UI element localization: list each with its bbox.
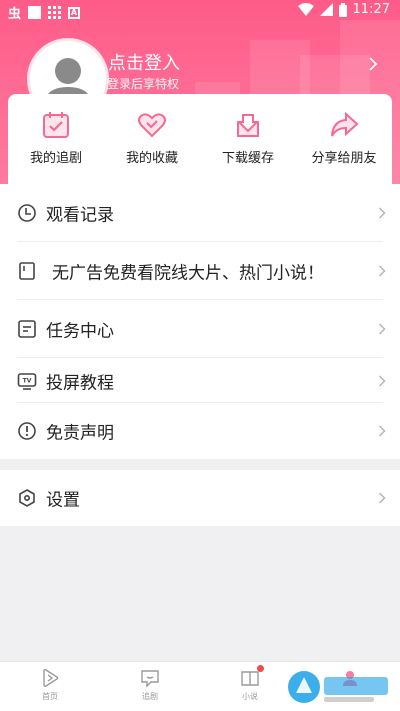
hexagon-gear-icon xyxy=(19,489,35,507)
login-subtitle: 登录后享特权 xyxy=(107,77,180,91)
chevron-right-icon xyxy=(378,265,386,277)
menu-list: 观看记录 无广告免费看院线大片、热门小说！ 任务中心 TV 投屏教程 免责声明 xyxy=(0,184,400,459)
download-cache-label: 下载缓存 xyxy=(221,151,274,166)
notification-a-icon: A xyxy=(68,6,81,19)
login-title[interactable]: 点击登入 xyxy=(108,49,180,75)
clock-time: 11:27 xyxy=(352,2,390,17)
wifi-icon xyxy=(297,3,314,16)
quick-actions-card: 我的追剧 我的收藏 下载缓存 分享给朋友 xyxy=(8,94,392,184)
share-arrow-icon xyxy=(331,111,359,137)
share-label: 分享给朋友 xyxy=(311,151,377,166)
tab-label: 首页 xyxy=(42,692,58,701)
status-bar: 虫 A 11:27 xyxy=(0,0,400,24)
heart-icon xyxy=(138,113,166,138)
clock-icon xyxy=(18,204,36,222)
tv-icon: TV xyxy=(17,372,37,390)
chevron-right-icon xyxy=(378,323,386,335)
svg-text:TV: TV xyxy=(23,377,32,384)
menu-item-settings[interactable]: 设置 xyxy=(0,470,400,526)
download-icon xyxy=(236,114,260,137)
menu-item-watch-history[interactable]: 观看记录 xyxy=(0,184,400,242)
menu-item-label: 投屏教程 xyxy=(46,373,114,393)
tab-following[interactable]: 追剧 xyxy=(100,662,200,711)
phone-icon xyxy=(19,262,35,280)
exclamation-circle-icon xyxy=(18,422,36,440)
menu-item-casting-tutorial[interactable]: TV 投屏教程 xyxy=(0,358,400,403)
chevron-right-icon xyxy=(378,207,386,219)
signal-icon xyxy=(319,3,333,16)
tab-label: 追剧 xyxy=(142,692,158,701)
menu-item-label: 观看记录 xyxy=(46,205,114,226)
play-icon xyxy=(43,668,59,688)
menu-item-label: 任务中心 xyxy=(46,321,114,342)
chevron-right-icon xyxy=(378,374,386,387)
my-favorites-label: 我的收藏 xyxy=(125,151,178,166)
download-cache-button[interactable]: 下载缓存 xyxy=(200,94,296,184)
menu-item-task-center[interactable]: 任务中心 xyxy=(0,300,400,358)
menu-item-label: 无广告免费看院线大片、热门小说！ xyxy=(52,263,324,284)
notification-app-icon: 虫 xyxy=(8,7,22,22)
menu-item-ad-free-promo[interactable]: 无广告免费看院线大片、热门小说！ xyxy=(0,242,400,300)
notification-grid-icon xyxy=(48,6,62,19)
task-list-icon xyxy=(18,320,36,338)
menu-item-disclaimer[interactable]: 免责声明 xyxy=(0,403,400,459)
chat-icon xyxy=(141,670,159,688)
tab-home[interactable]: 首页 xyxy=(0,662,100,711)
menu-item-label: 免责声明 xyxy=(46,423,114,444)
settings-label: 设置 xyxy=(46,490,80,511)
battery-icon xyxy=(338,2,347,17)
calendar-check-icon xyxy=(43,112,69,138)
site-watermark-logo xyxy=(288,671,388,703)
chevron-right-icon[interactable] xyxy=(368,56,378,72)
share-button[interactable]: 分享给朋友 xyxy=(296,94,392,184)
book-icon xyxy=(241,671,259,686)
notification-badge xyxy=(257,665,264,672)
my-following-button[interactable]: 我的追剧 xyxy=(8,94,104,184)
notification-square-icon xyxy=(28,6,42,19)
chevron-right-icon xyxy=(378,425,386,437)
my-favorites-button[interactable]: 我的收藏 xyxy=(104,94,200,184)
chevron-right-icon xyxy=(378,492,386,504)
my-following-label: 我的追剧 xyxy=(29,151,82,166)
